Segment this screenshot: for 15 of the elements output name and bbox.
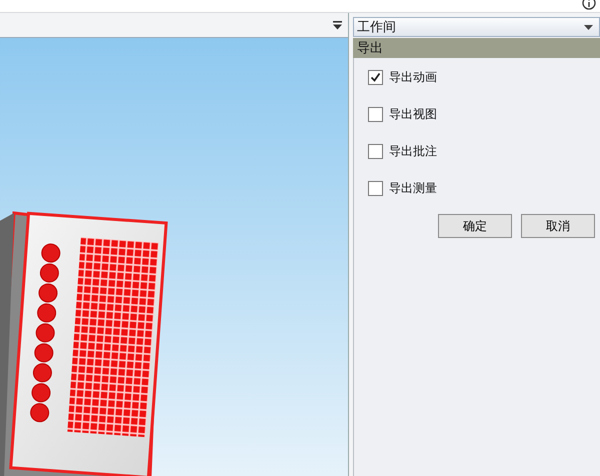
dialog-button[interactable]: 取消 <box>521 214 595 238</box>
checkbox[interactable] <box>368 180 383 196</box>
checkbox[interactable] <box>368 144 383 158</box>
checkbox-label[interactable]: 导出视图 <box>389 106 437 122</box>
checkbox-label[interactable]: 导出动画 <box>389 68 437 86</box>
checkbox[interactable] <box>368 70 383 84</box>
checkbox-label[interactable]: 导出批注 <box>389 142 437 160</box>
caret-icon <box>584 24 593 30</box>
checkbox[interactable] <box>368 106 383 122</box>
panel-title: 导出 <box>353 38 600 58</box>
workspace-dropdown[interactable]: 工作间 <box>353 17 600 37</box>
info-icon[interactable] <box>582 0 596 10</box>
dropdown-icon[interactable] <box>333 20 342 30</box>
checkbox-label[interactable]: 导出测量 <box>389 180 437 196</box>
dialog-button[interactable]: 确定 <box>438 214 512 238</box>
